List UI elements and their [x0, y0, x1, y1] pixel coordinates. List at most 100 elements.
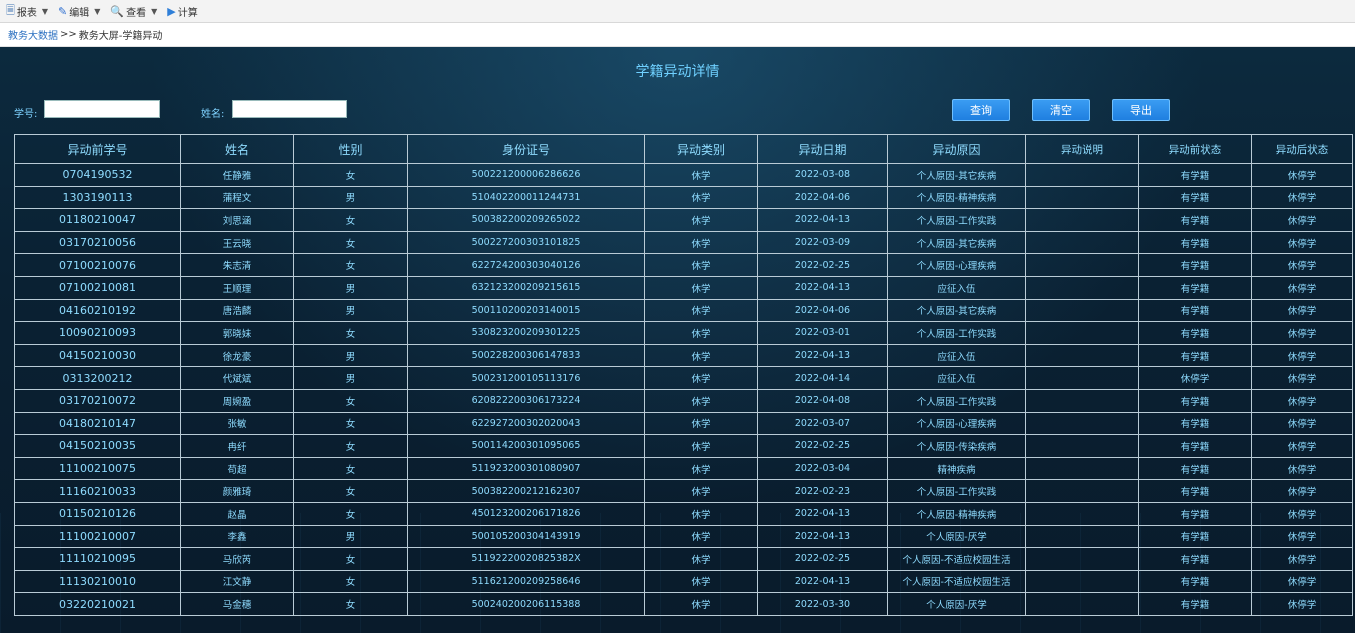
table-row: 04160210192 唐浩麟男 500110200203140015 休学 2022-…: [14, 298, 1353, 323]
table-cell: 2022-04-13: [757, 501, 888, 526]
table-cell: 2022-02-23: [757, 479, 888, 503]
table-cell: 2022-04-08: [757, 388, 888, 413]
breadcrumb-home-link[interactable]: 教务大数据: [8, 27, 58, 42]
table-cell: 男: [293, 275, 408, 300]
table-cell: 休学: [644, 253, 758, 277]
table-cell: 03170210072: [14, 388, 181, 413]
table-cell: [1025, 230, 1139, 255]
query-button[interactable]: 查询: [952, 99, 1010, 121]
table-cell: 03220210021: [14, 592, 181, 616]
page-title: 学籍异动详情: [635, 64, 720, 80]
table-cell: 500114200301095065: [407, 434, 645, 458]
report-menu-label: 报表: [16, 7, 37, 19]
table-cell: 休停学: [1251, 321, 1353, 345]
table-cell: 有学籍: [1138, 547, 1252, 571]
chevron-down-icon: ▼: [94, 6, 101, 16]
table-cell: [1025, 524, 1139, 549]
table-cell: 徐龙豪: [180, 343, 294, 368]
table-cell: 500221200006286626: [407, 163, 645, 187]
table-cell: 个人原因-精神疾病: [887, 185, 1026, 210]
table-cell: 休学: [644, 230, 758, 255]
table-cell: 2022-03-09: [757, 230, 888, 255]
export-button[interactable]: 导出: [1112, 99, 1170, 121]
table-cell: 有学籍: [1138, 343, 1252, 368]
status-change-table: 异动前学号 姓名 性别 身份证号 异动类别 异动日期 异动原因 异动说明 异动前状态 异动后状态 …: [14, 134, 1353, 616]
table-cell: 休停学: [1251, 230, 1353, 255]
table-cell: 个人原因-厌学: [887, 524, 1026, 549]
table-cell: 休停学: [1138, 366, 1252, 390]
column-header: 身份证号: [407, 134, 645, 164]
table-cell: 休学: [644, 208, 758, 232]
table-cell: 个人原因-厌学: [887, 592, 1026, 616]
table-cell: 04150210030: [14, 343, 181, 368]
table-cell: 休停学: [1251, 185, 1353, 210]
table-cell: 休停学: [1251, 501, 1353, 526]
table-cell: 个人原因-心理疾病: [887, 253, 1026, 277]
name-input[interactable]: [232, 100, 347, 118]
table-cell: 500110200203140015: [407, 298, 645, 323]
table-cell: 500382200212162307: [407, 479, 645, 503]
table-cell: 01150210126: [14, 501, 181, 526]
table-row: 11100210075 苟超女 511923200301080907 休学 2022-0…: [14, 456, 1353, 481]
table-cell: 07100210076: [14, 253, 181, 277]
calculate-button[interactable]: ▶ 计算: [167, 4, 197, 19]
table-cell: 马金穗: [180, 592, 294, 616]
table-cell: 女: [293, 208, 408, 232]
report-icon: 🗏: [6, 3, 15, 17]
table-row: 03170210056 王云晓女 500227200303101825 休学 2022-…: [14, 230, 1353, 255]
table-cell: 休学: [644, 388, 758, 413]
table-cell: 休停学: [1251, 253, 1353, 277]
table-cell: 朱志清: [180, 253, 294, 277]
table-cell: 450123200206171826: [407, 501, 645, 526]
table-cell: [1025, 501, 1139, 526]
table-cell: 有学籍: [1138, 298, 1252, 323]
view-menu[interactable]: 🔍 查看 ▼: [110, 4, 157, 19]
column-header: 异动日期: [757, 134, 888, 164]
dashboard-panel: 学籍异动详情 学号: 姓名: 查询 清空 导出 异动前学号 姓名 性别 身份证号 异动类…: [0, 47, 1355, 633]
table-cell: 女: [293, 592, 408, 616]
table-cell: 休停学: [1251, 366, 1353, 390]
edit-menu[interactable]: ✎ 编辑 ▼: [58, 4, 100, 19]
table-cell: 休停学: [1251, 569, 1353, 594]
student-id-input[interactable]: [44, 100, 160, 118]
table-cell: 622724200303040126: [407, 253, 645, 277]
table-cell: 511621200209258646: [407, 569, 645, 594]
table-cell: 个人原因-工作实践: [887, 388, 1026, 413]
table-row: 11160210033 颜雅琦女 500382200212162307 休学 2022-…: [14, 479, 1353, 503]
table-cell: 女: [293, 253, 408, 277]
table-cell: 2022-04-13: [757, 343, 888, 368]
table-row: 1303190113 蒲程文男 510402200011244731 休学 2022-0…: [14, 185, 1353, 210]
column-header: 性别: [293, 134, 408, 164]
table-cell: 个人原因-其它疾病: [887, 298, 1026, 323]
table-cell: 休学: [644, 343, 758, 368]
table-cell: 2022-03-04: [757, 456, 888, 481]
table-cell: 休学: [644, 275, 758, 300]
table-cell: 2022-02-25: [757, 547, 888, 571]
table-cell: 10090210093: [14, 321, 181, 345]
table-cell: 有学籍: [1138, 479, 1252, 503]
table-cell: 刘思涵: [180, 208, 294, 232]
table-cell: 2022-03-08: [757, 163, 888, 187]
table-cell: 郭晓妹: [180, 321, 294, 345]
table-cell: 女: [293, 479, 408, 503]
table-body: 0704190532 任静雅女 500221200006286626 休学 2022-0…: [14, 163, 1353, 616]
table-cell: 个人原因-传染疾病: [887, 434, 1026, 458]
table-cell: 个人原因-不适应校园生活: [887, 547, 1026, 571]
table-row: 07100210081 王顺理男 632123200209215615 休学 2022-…: [14, 275, 1353, 300]
table-cell: 500231200105113176: [407, 366, 645, 390]
table-cell: 500382200209265022: [407, 208, 645, 232]
table-cell: 个人原因-精神疾病: [887, 501, 1026, 526]
column-header: 异动前学号: [14, 134, 181, 164]
calculate-label: 计算: [177, 7, 198, 19]
table-cell: 2022-04-13: [757, 524, 888, 549]
table-row: 07100210076 朱志清女 622724200303040126 休学 2022-…: [14, 253, 1353, 277]
report-menu[interactable]: 🗏 报表 ▼: [6, 2, 48, 21]
table-cell: 04160210192: [14, 298, 181, 323]
table-cell: 有学籍: [1138, 524, 1252, 549]
table-cell: 个人原因-不适应校园生活: [887, 569, 1026, 594]
table-cell: 07100210081: [14, 275, 181, 300]
table-cell: 周婉盈: [180, 388, 294, 413]
table-cell: [1025, 253, 1139, 277]
table-cell: 休学: [644, 501, 758, 526]
clear-button[interactable]: 清空: [1032, 99, 1090, 121]
